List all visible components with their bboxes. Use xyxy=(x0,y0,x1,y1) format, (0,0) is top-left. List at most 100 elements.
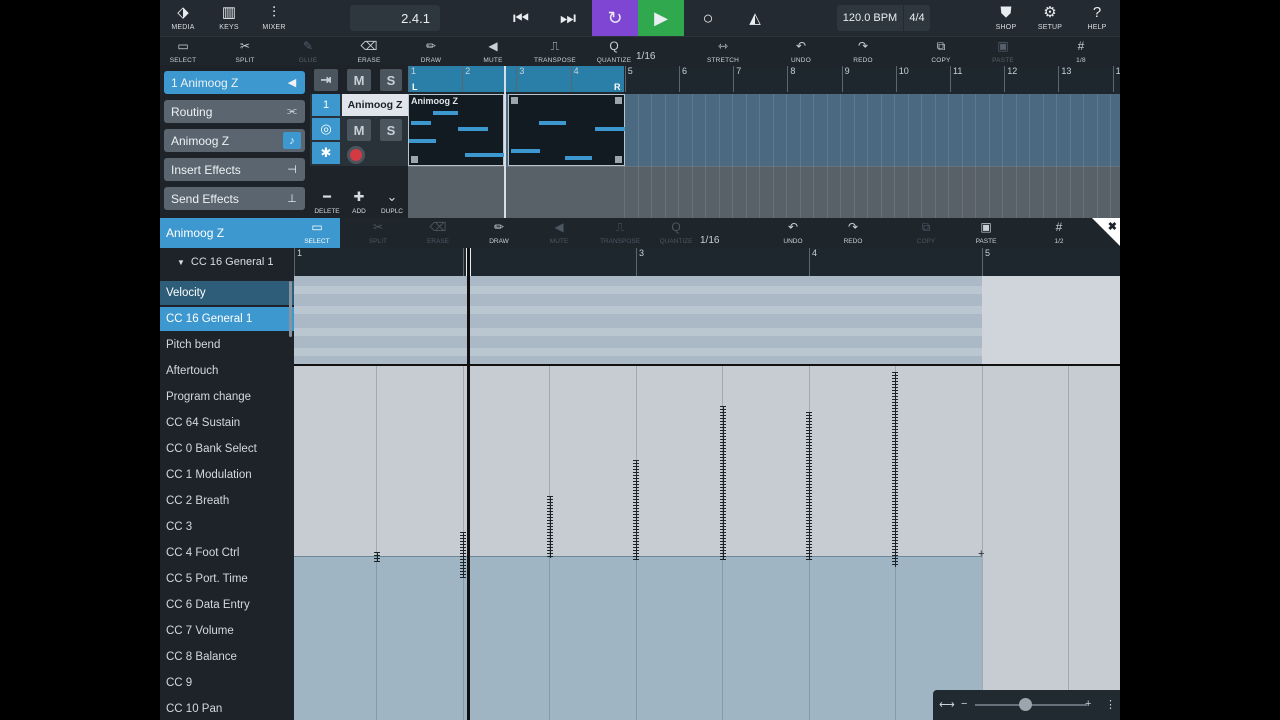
split-tool[interactable]: ✂ SPLIT xyxy=(223,39,267,65)
more-icon[interactable]: ⋮ xyxy=(1105,698,1116,711)
controller-lane-selector[interactable]: ▼ CC 16 General 1 xyxy=(160,248,294,276)
arrange-window[interactable]: 1 2 3 4 5 6 7 8 9 10 11 12 13 1 L R Animoog Z xyxy=(408,66,1120,218)
help-button[interactable]: ? HELP xyxy=(1081,0,1113,36)
glue-tool[interactable]: ✎ GLUE xyxy=(286,39,330,65)
list-scrollbar[interactable] xyxy=(289,281,292,337)
inspector-track-header[interactable]: 1 Animoog Z ◀ xyxy=(164,71,305,94)
cc-event[interactable] xyxy=(374,552,380,562)
record-button[interactable]: ○ xyxy=(685,0,731,36)
cc-item-cc0[interactable]: CC 0 Bank Select xyxy=(160,437,294,461)
erase-tool[interactable]: ⌫ ERASE xyxy=(347,39,391,65)
duplicate-track-button[interactable]: ⌄ DUPLC xyxy=(376,190,408,216)
add-track-button[interactable]: ✚ ADD xyxy=(343,190,375,216)
position-display[interactable]: 2.4.1 xyxy=(350,5,440,31)
cc-item-pitch-bend[interactable]: Pitch bend xyxy=(160,333,294,357)
editor-ruler[interactable]: 1 2 3 4 5 xyxy=(294,248,1120,276)
copy-button[interactable]: ⧉ COPY xyxy=(919,39,963,65)
zoom-slider-knob[interactable] xyxy=(1019,698,1032,711)
cc-item-cc16[interactable]: CC 16 General 1 xyxy=(160,307,294,331)
editor-playhead[interactable] xyxy=(467,248,470,720)
editor-erase-tool[interactable]: ⌫ ERASE xyxy=(415,220,461,248)
grid-button[interactable]: #1/8 xyxy=(1059,39,1103,65)
instrument-item[interactable]: Animoog Z ♪ xyxy=(164,129,305,152)
cc-item-cc10[interactable]: CC 10 Pan xyxy=(160,697,294,720)
instrument-icon[interactable]: ◎ xyxy=(312,118,340,140)
cc-event[interactable] xyxy=(720,406,726,560)
transpose-tool[interactable]: ⎍ TRANSPOSE xyxy=(533,39,577,65)
editor-grid-button[interactable]: #1/2 xyxy=(1036,220,1082,248)
keys-button[interactable]: ▥ KEYS xyxy=(214,0,244,36)
cc-event[interactable] xyxy=(547,496,553,558)
editor-transpose-tool[interactable]: ⎍ TRANSPOSE xyxy=(597,220,643,248)
zoom-in-icon[interactable]: + xyxy=(1085,698,1091,710)
cc-item-cc1[interactable]: CC 1 Modulation xyxy=(160,463,294,487)
midi-part-1[interactable]: Animoog Z xyxy=(408,94,505,166)
select-tool[interactable]: ▭ SELECT xyxy=(161,39,205,65)
paste-button[interactable]: ▣ PASTE xyxy=(981,39,1025,65)
delete-track-button[interactable]: ━ DELETE xyxy=(311,190,343,216)
cc-item-aftertouch[interactable]: Aftertouch xyxy=(160,359,294,383)
cc-item-velocity[interactable]: Velocity xyxy=(160,281,294,305)
stretch-tool[interactable]: ⇿ STRETCH xyxy=(701,39,745,65)
global-mute-button[interactable]: M xyxy=(347,69,371,91)
cc-event[interactable] xyxy=(460,532,466,578)
shop-button[interactable]: ⛊ SHOP xyxy=(990,0,1022,36)
editor-copy-button[interactable]: ⧉ COPY xyxy=(903,220,949,248)
freeze-icon[interactable]: ✱ xyxy=(312,142,340,164)
arrange-playhead[interactable] xyxy=(504,66,506,218)
setup-button[interactable]: ⚙ SETUP xyxy=(1034,0,1066,36)
cycle-button[interactable]: ↻ xyxy=(592,0,638,36)
cc-item-cc64[interactable]: CC 64 Sustain xyxy=(160,411,294,435)
close-editor-button[interactable]: ✖ xyxy=(1092,218,1120,246)
mute-tool[interactable]: ◀ MUTE xyxy=(471,39,515,65)
track-header[interactable]: 1 Animoog Z ◎ M S ✱ xyxy=(310,94,408,166)
midi-part-2[interactable] xyxy=(508,94,625,166)
insert-effects-item[interactable]: Insert Effects ⊣ xyxy=(164,158,305,181)
quantize-tool[interactable]: Q QUANTIZE xyxy=(592,39,636,65)
send-effects-item[interactable]: Send Effects ⊥ xyxy=(164,187,305,210)
mixer-button[interactable]: ⫶ MIXER xyxy=(259,0,289,36)
project-ruler[interactable]: 1 2 3 4 5 6 7 8 9 10 11 12 13 1 L R xyxy=(408,66,1120,94)
redo-button[interactable]: ↷ REDO xyxy=(841,39,885,65)
forward-button[interactable]: ⏭ xyxy=(545,0,591,36)
routing-item[interactable]: Routing ⫘ xyxy=(164,100,305,123)
left-locator[interactable]: L xyxy=(412,82,418,92)
cc-event[interactable] xyxy=(633,460,639,560)
cc-event[interactable] xyxy=(806,412,812,560)
cc-item-cc2[interactable]: CC 2 Breath xyxy=(160,489,294,513)
editor-split-tool[interactable]: ✂ SPLIT xyxy=(355,220,401,248)
controller-lane[interactable]: + xyxy=(294,366,1120,720)
editor-select-tool[interactable]: ▭ SELECT xyxy=(294,218,340,248)
editor-redo-button[interactable]: ↷ REDO xyxy=(830,220,876,248)
editor-draw-tool[interactable]: ✏ DRAW xyxy=(476,220,522,248)
play-button[interactable]: ▶ xyxy=(638,0,684,36)
empty-lane[interactable] xyxy=(408,166,1120,218)
cc-event[interactable] xyxy=(892,372,898,567)
rewind-button[interactable]: ⏮ xyxy=(498,0,544,36)
editor-paste-button[interactable]: ▣ PASTE xyxy=(963,220,1009,248)
signature-display[interactable]: 4/4 xyxy=(904,5,930,31)
cc-item-cc3[interactable]: CC 3 xyxy=(160,515,294,539)
tempo-display[interactable]: 120.0 BPM xyxy=(837,5,903,31)
cc-item-program-change[interactable]: Program change xyxy=(160,385,294,409)
cc-item-cc9[interactable]: CC 9 xyxy=(160,671,294,695)
cc-item-cc7[interactable]: CC 7 Volume xyxy=(160,619,294,643)
editor-quantize-tool[interactable]: Q QUANTIZE xyxy=(653,220,699,248)
track-mute-button[interactable]: M xyxy=(347,119,371,141)
editor-undo-button[interactable]: ↶ UNDO xyxy=(770,220,816,248)
metronome-button[interactable]: ◭ xyxy=(732,0,778,36)
record-arm-button[interactable] xyxy=(347,146,365,164)
right-locator[interactable]: R xyxy=(614,82,621,92)
draw-tool[interactable]: ✏ DRAW xyxy=(409,39,453,65)
cc-end-marker[interactable]: + xyxy=(978,548,984,560)
track-solo-button[interactable]: S xyxy=(380,119,402,141)
velocity-lane[interactable] xyxy=(294,276,1120,365)
cc-item-cc5[interactable]: CC 5 Port. Time xyxy=(160,567,294,591)
global-solo-button[interactable]: S xyxy=(380,69,402,91)
cc-item-cc8[interactable]: CC 8 Balance xyxy=(160,645,294,669)
editor-mute-tool[interactable]: ◀ MUTE xyxy=(536,220,582,248)
cc-item-cc4[interactable]: CC 4 Foot Ctrl xyxy=(160,541,294,565)
horizontal-zoom-icon[interactable]: ⟷ xyxy=(939,698,955,711)
track-tools-icon[interactable]: ⇥ xyxy=(314,69,338,91)
undo-button[interactable]: ↶ UNDO xyxy=(779,39,823,65)
